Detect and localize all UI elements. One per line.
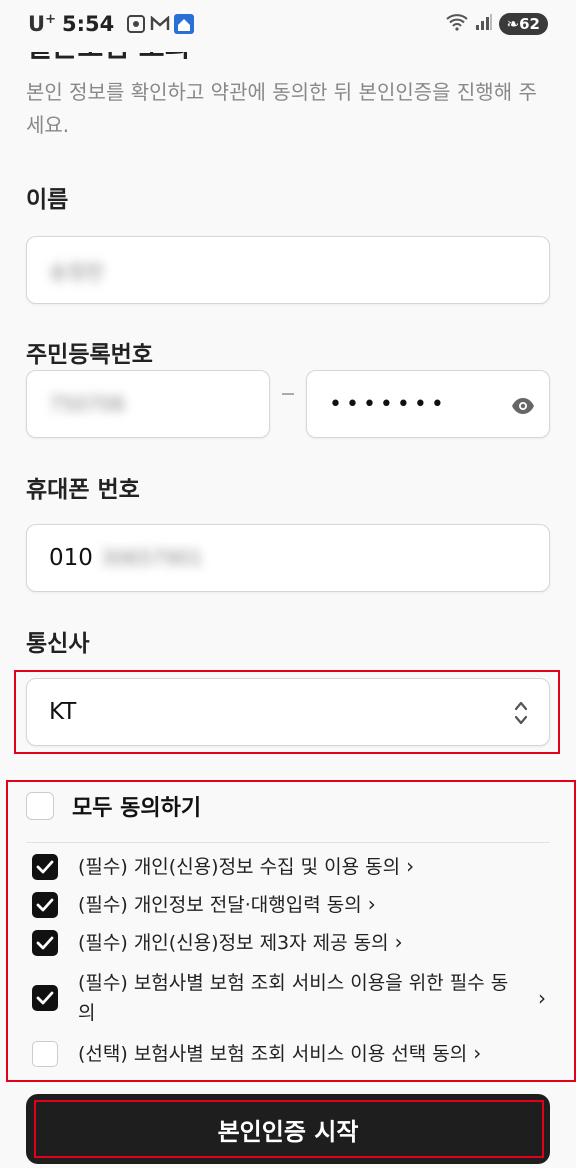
rrn-front-input[interactable]: 750706 — [26, 370, 270, 438]
rrn-label: 주민등록번호 — [26, 342, 153, 368]
chevron-right-icon[interactable]: › — [473, 1041, 481, 1065]
page-description: 본인 정보를 확인하고 약관에 동의한 뒤 본인인증을 진행해 주세요. — [26, 80, 537, 137]
term-label-2: (필수) 개인정보 전달·대행입력 동의 › — [78, 892, 376, 916]
term-item-5[interactable]: (선택) 보험사별 보험 조회 서비스 이용 선택 동의 › — [32, 1038, 552, 1069]
battery-indicator: ❧ 62 — [498, 13, 548, 35]
term-checkbox-1[interactable] — [32, 853, 58, 880]
term-label-5: (선택) 보험사별 보험 조회 서비스 이용 선택 동의 › — [78, 1041, 482, 1065]
signal-icon — [475, 13, 493, 35]
carrier-label: 통신사 — [26, 631, 90, 657]
check-icon — [36, 898, 54, 911]
mail-icon — [150, 14, 170, 34]
phone-prefix: 010 — [49, 545, 93, 571]
chevron-right-icon[interactable]: › — [395, 930, 403, 954]
agree-all-checkbox[interactable] — [26, 792, 54, 820]
check-icon — [36, 991, 54, 1005]
term-checkbox-4[interactable] — [32, 985, 58, 1011]
phone-rest: 30657901 — [100, 546, 203, 570]
carrier-select[interactable]: KT — [26, 678, 550, 746]
screenshot-icon — [126, 14, 146, 34]
term-checkbox-5[interactable] — [32, 1040, 58, 1067]
status-bar: U+ 5:54 ❧ 62 — [0, 0, 576, 52]
term-item-3[interactable]: (필수) 개인(신용)정보 제3자 제공 동의 › — [32, 927, 552, 958]
term-item-4[interactable]: (필수) 보험사별 보험 조회 서비스 이용을 위한 필수 동의 › — [32, 968, 552, 1028]
chevron-right-icon[interactable]: › — [538, 986, 546, 1010]
rrn-separator — [282, 393, 294, 395]
chevron-right-icon[interactable]: › — [368, 892, 376, 916]
rrn-back-value: ••••••• — [329, 391, 448, 417]
check-icon — [36, 936, 54, 949]
clock: 5:54 — [61, 12, 115, 36]
name-input[interactable]: 송정란 — [26, 236, 550, 304]
name-value: 송정란 — [49, 259, 105, 284]
term-item-1[interactable]: (필수) 개인(신용)정보 수집 및 이용 동의 › — [32, 851, 552, 882]
carrier-indicator: U+ — [28, 12, 56, 36]
term-item-2[interactable]: (필수) 개인정보 전달·대행입력 동의 › — [32, 889, 552, 920]
eye-icon[interactable] — [511, 395, 535, 421]
term-label-4: (필수) 보험사별 보험 조회 서비스 이용을 위한 필수 동의 — [78, 972, 509, 1024]
phone-label: 휴대폰 번호 — [26, 477, 140, 503]
term-checkbox-2[interactable] — [32, 891, 58, 918]
home-app-icon — [174, 14, 195, 34]
name-label: 이름 — [26, 187, 69, 213]
start-button-highlight — [34, 1100, 544, 1158]
term-label-3: (필수) 개인(신용)정보 제3자 제공 동의 › — [78, 930, 403, 954]
wifi-icon — [445, 13, 469, 35]
phone-input[interactable]: 010 30657901 — [26, 524, 550, 592]
leaf-icon: ❧ — [506, 15, 520, 33]
term-checkbox-3[interactable] — [32, 929, 58, 956]
agree-all-label: 모두 동의하기 — [72, 796, 202, 821]
chevron-right-icon[interactable]: › — [406, 854, 414, 878]
rrn-back-input[interactable]: ••••••• — [306, 370, 550, 438]
agree-all-row[interactable]: 모두 동의하기 — [26, 790, 201, 822]
term-label-1: (필수) 개인(신용)정보 수집 및 이용 동의 › — [78, 854, 415, 878]
rrn-front-value: 750706 — [49, 392, 126, 416]
updown-chevron-icon — [513, 699, 529, 733]
check-icon — [36, 860, 54, 873]
carrier-selected: KT — [49, 699, 77, 725]
divider — [26, 842, 550, 843]
